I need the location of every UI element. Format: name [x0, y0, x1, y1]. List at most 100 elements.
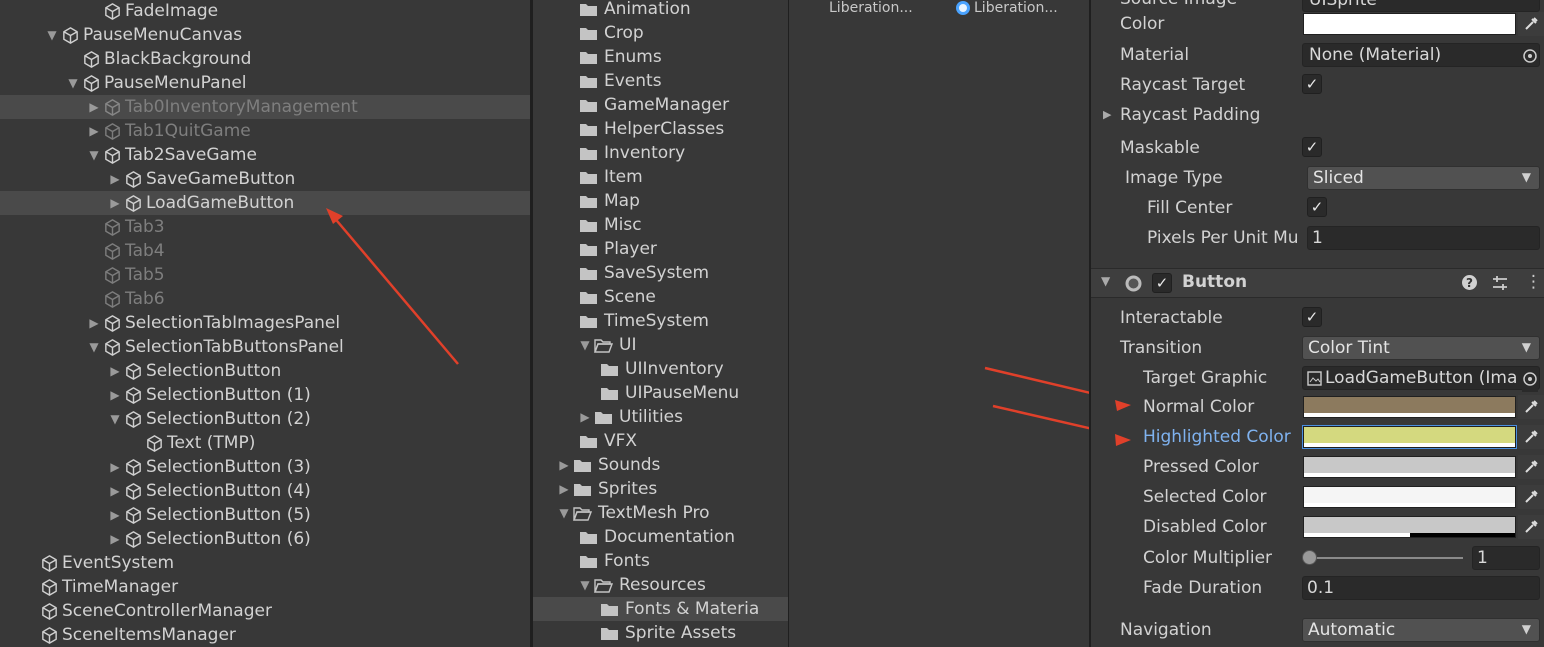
- folder-label: Resources: [619, 575, 706, 595]
- button-component-icon: [1124, 274, 1143, 298]
- maskable-checkbox[interactable]: ✓: [1302, 137, 1322, 157]
- material-field[interactable]: None (Material): [1302, 43, 1540, 67]
- project-folder[interactable]: Fonts & Materia: [533, 597, 788, 621]
- expand-arrow-icon[interactable]: ▶: [1103, 100, 1111, 130]
- eyedropper-icon[interactable]: [1518, 395, 1544, 419]
- collapsed-arrow-icon[interactable]: ▶: [576, 410, 594, 424]
- folder-icon: [580, 99, 597, 112]
- project-folder[interactable]: Misc: [533, 213, 788, 237]
- color-multiplier-slider-handle[interactable]: [1302, 550, 1317, 565]
- project-folder[interactable]: ▼ Resources: [533, 573, 788, 597]
- interactable-checkbox[interactable]: ✓: [1302, 307, 1322, 327]
- project-folder[interactable]: Animation: [533, 0, 788, 21]
- project-folder[interactable]: Events: [533, 69, 788, 93]
- kebab-menu-icon[interactable]: ⋮: [1525, 272, 1542, 292]
- project-folder[interactable]: ▼ TextMesh Pro: [533, 501, 788, 525]
- normal-color-label: Normal Color: [1143, 397, 1255, 417]
- fade-duration-field[interactable]: 0.1: [1302, 576, 1540, 600]
- project-folder[interactable]: Item: [533, 165, 788, 189]
- folder-icon: [580, 267, 597, 280]
- alpha-bar: [1304, 533, 1515, 537]
- button-enabled-checkbox[interactable]: ✓: [1152, 273, 1172, 293]
- highlighted-color-label: Highlighted Color: [1143, 427, 1291, 447]
- project-folder[interactable]: ▶ Sounds: [533, 453, 788, 477]
- raycast-target-checkbox[interactable]: ✓: [1302, 74, 1322, 94]
- target-graphic-field[interactable]: LoadGameButton (Ima: [1302, 366, 1540, 390]
- color-swatch[interactable]: [1303, 13, 1516, 35]
- object-picker-icon[interactable]: [1522, 48, 1538, 69]
- project-folder[interactable]: UIPauseMenu: [533, 381, 788, 405]
- project-folder[interactable]: ▼ UI: [533, 333, 788, 357]
- expanded-arrow-icon[interactable]: ▼: [555, 506, 573, 520]
- folder-label: Inventory: [604, 143, 686, 163]
- folder-open-icon: [594, 338, 613, 353]
- image-type-dropdown[interactable]: Sliced ▼: [1307, 166, 1540, 190]
- folder-icon: [580, 555, 597, 568]
- project-folder[interactable]: SaveSystem: [533, 261, 788, 285]
- project-folder[interactable]: ▶ Utilities: [533, 405, 788, 429]
- object-picker-icon[interactable]: [1522, 371, 1538, 392]
- folder-label: HelperClasses: [604, 119, 725, 139]
- pressed-color-swatch[interactable]: [1303, 456, 1516, 478]
- preset-icon[interactable]: [1491, 274, 1509, 297]
- target-graphic-label: Target Graphic: [1143, 368, 1268, 388]
- project-folder[interactable]: UIInventory: [533, 357, 788, 381]
- expanded-arrow-icon[interactable]: ▼: [576, 338, 594, 352]
- interactable-label: Interactable: [1120, 308, 1223, 328]
- help-icon[interactable]: ?: [1461, 274, 1478, 296]
- eyedropper-icon[interactable]: [1518, 455, 1544, 479]
- folder-label: Item: [604, 167, 643, 187]
- eyedropper-icon[interactable]: [1518, 515, 1544, 539]
- project-folder[interactable]: HelperClasses: [533, 117, 788, 141]
- annotation-arrow: [326, 208, 459, 365]
- source-image-field[interactable]: UISprite: [1302, 0, 1540, 12]
- pixels-per-unit-field[interactable]: 1: [1307, 226, 1540, 250]
- project-folder[interactable]: TimeSystem: [533, 309, 788, 333]
- collapsed-arrow-icon[interactable]: ▶: [555, 482, 573, 496]
- folder-icon: [601, 603, 618, 616]
- button-component-header[interactable]: ▼ ✓ Button ? ⋮: [1091, 268, 1544, 298]
- project-folder[interactable]: Crop: [533, 21, 788, 45]
- eyedropper-icon[interactable]: [1518, 12, 1544, 36]
- project-folder[interactable]: Map: [533, 189, 788, 213]
- button-component-title: Button: [1182, 272, 1248, 292]
- color-multiplier-slider-track[interactable]: [1308, 557, 1463, 559]
- folder-label: Utilities: [619, 407, 683, 427]
- folder-label: Sprites: [598, 479, 658, 499]
- collapsed-arrow-icon[interactable]: ▶: [555, 458, 573, 472]
- folder-label: TimeSystem: [604, 311, 709, 331]
- maskable-label: Maskable: [1120, 138, 1200, 158]
- color-multiplier-field[interactable]: 1: [1472, 546, 1540, 570]
- project-folder[interactable]: ▶ Sprites: [533, 477, 788, 501]
- project-folder[interactable]: Scene: [533, 285, 788, 309]
- selected-color-swatch[interactable]: [1303, 486, 1516, 508]
- collapse-arrow-icon[interactable]: ▼: [1101, 274, 1110, 288]
- project-folder[interactable]: Documentation: [533, 525, 788, 549]
- folder-icon: [580, 27, 597, 40]
- folder-label: Fonts: [604, 551, 650, 571]
- transition-dropdown[interactable]: Color Tint ▼: [1302, 336, 1540, 360]
- project-folder[interactable]: Inventory: [533, 141, 788, 165]
- folder-icon: [580, 51, 597, 64]
- expanded-arrow-icon[interactable]: ▼: [576, 578, 594, 592]
- project-folder[interactable]: Fonts: [533, 549, 788, 573]
- project-folder[interactable]: VFX: [533, 429, 788, 453]
- transition-value: Color Tint: [1308, 338, 1390, 358]
- inspector-panel: Source Image UISprite Color Material Non…: [1091, 0, 1544, 647]
- eyedropper-icon[interactable]: [1518, 485, 1544, 509]
- navigation-dropdown[interactable]: Automatic ▼: [1302, 618, 1540, 642]
- normal-color-swatch[interactable]: [1303, 396, 1516, 418]
- project-folder[interactable]: GameManager: [533, 93, 788, 117]
- raycast-padding-label[interactable]: Raycast Padding: [1120, 100, 1260, 130]
- eyedropper-icon[interactable]: [1518, 425, 1544, 449]
- disabled-color-swatch[interactable]: [1303, 516, 1516, 538]
- folder-icon: [601, 363, 618, 376]
- project-folder[interactable]: Enums: [533, 45, 788, 69]
- folder-label: GameManager: [604, 95, 730, 115]
- highlighted-color-swatch[interactable]: [1302, 425, 1517, 449]
- folder-label: Player: [604, 239, 657, 259]
- fill-center-checkbox[interactable]: ✓: [1307, 197, 1327, 217]
- project-folder[interactable]: Player: [533, 237, 788, 261]
- project-folder[interactable]: Sprite Assets: [533, 621, 788, 645]
- folder-label: UI: [619, 335, 637, 355]
